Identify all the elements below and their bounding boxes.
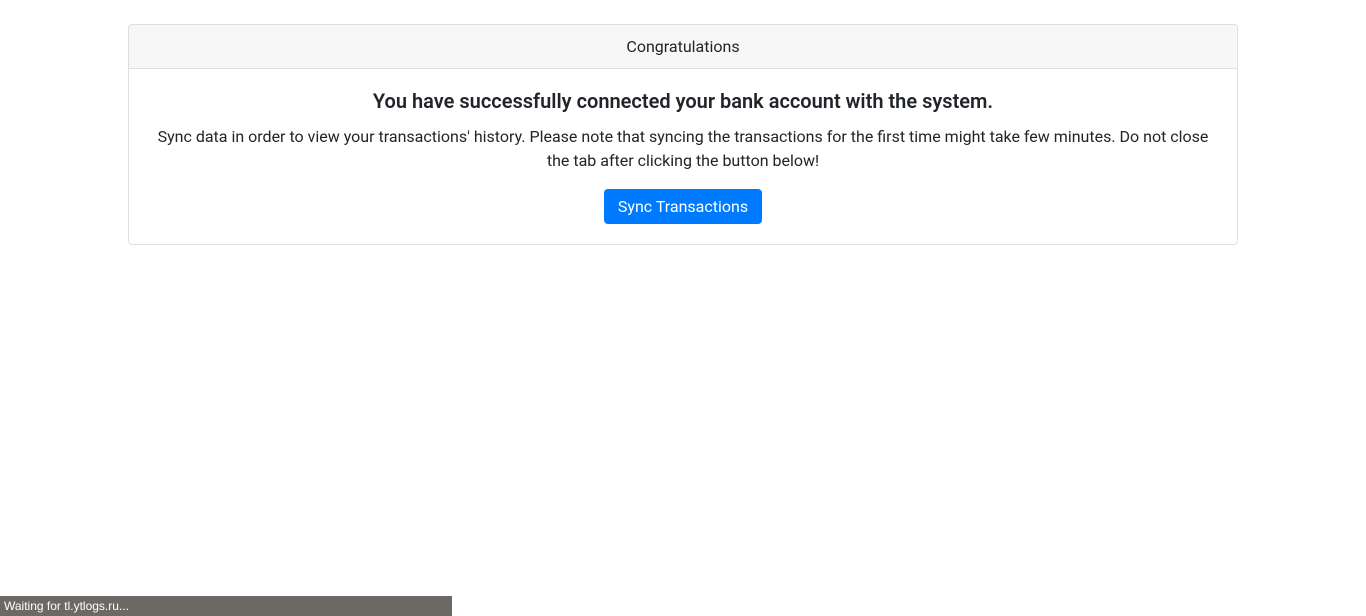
sync-transactions-button[interactable]: Sync Transactions — [604, 189, 762, 224]
status-bar-text: Waiting for tl.ytlogs.ru... — [4, 599, 129, 613]
browser-status-bar: Waiting for tl.ytlogs.ru... — [0, 596, 452, 616]
congratulations-card: Congratulations You have successfully co… — [128, 24, 1238, 245]
card-body: You have successfully connected your ban… — [129, 69, 1237, 244]
card-description: Sync data in order to view your transact… — [149, 125, 1217, 173]
card-title: You have successfully connected your ban… — [149, 89, 1217, 113]
page-container: Congratulations You have successfully co… — [0, 0, 1366, 245]
card-header: Congratulations — [129, 25, 1237, 69]
